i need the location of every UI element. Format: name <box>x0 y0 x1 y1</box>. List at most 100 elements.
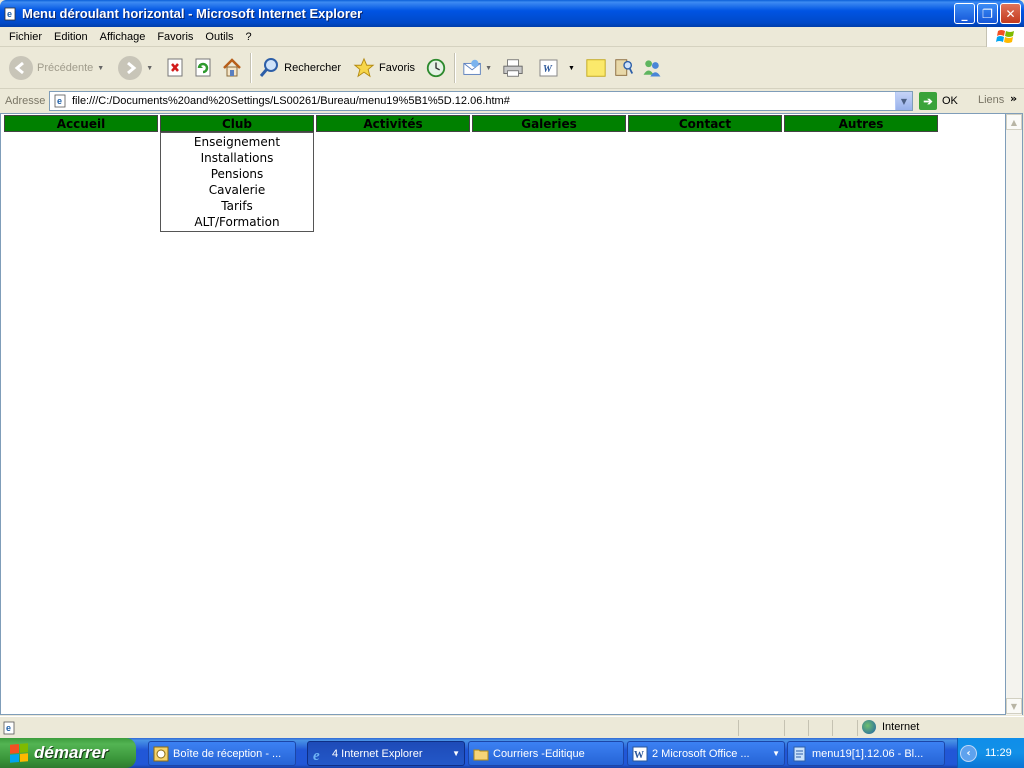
back-button[interactable]: Précédente ▼ <box>6 51 107 85</box>
research-button[interactable] <box>610 51 638 85</box>
chevron-left-icon[interactable]: ‹ <box>960 744 977 762</box>
menu-outils[interactable]: Outils <box>199 31 239 43</box>
refresh-button[interactable] <box>190 51 218 85</box>
nav-contact[interactable]: Contact <box>628 115 782 132</box>
menu-fichier[interactable]: Fichier <box>3 31 48 43</box>
address-bar: Adresse e file:///C:/Documents%20and%20S… <box>0 90 1024 112</box>
taskbar-item-outlook[interactable]: Boîte de réception - ... <box>148 741 296 766</box>
menu-bar: Fichier Edition Affichage Favoris Outils… <box>0 27 1024 47</box>
nav-club[interactable]: Club <box>160 115 314 132</box>
word-icon: W <box>538 57 560 79</box>
windows-logo-icon <box>986 27 1024 47</box>
chevron-right-icon[interactable]: » <box>1010 92 1017 105</box>
back-label: Précédente <box>37 62 94 74</box>
word-icon: W <box>632 746 648 762</box>
menu-help[interactable]: ? <box>240 31 258 43</box>
maximize-button[interactable]: ❐ <box>977 3 998 24</box>
windows-logo-icon <box>10 743 28 763</box>
go-label: OK <box>942 95 958 107</box>
messenger-button[interactable] <box>638 51 666 85</box>
standard-toolbar: Précédente ▼ ▼ Rechercher Favoris ▼ W ▼ <box>0 48 1024 89</box>
go-arrow-icon: ➔ <box>919 92 937 110</box>
status-divider <box>857 720 858 736</box>
go-button[interactable]: ➔ OK <box>919 92 958 110</box>
task-label: menu19[1].12.06 - Bl... <box>812 747 924 760</box>
chevron-down-icon[interactable]: ▼ <box>97 65 104 72</box>
dropdown-item-alt-formation[interactable]: ALT/Formation <box>161 214 313 230</box>
svg-text:W: W <box>543 64 553 75</box>
refresh-icon <box>193 57 215 79</box>
system-tray: ‹ 11:29 <box>957 738 1024 768</box>
globe-icon <box>862 720 876 734</box>
ie-icon: e <box>312 746 328 762</box>
forward-arrow-icon <box>118 56 143 80</box>
chevron-down-icon[interactable]: ▼ <box>895 92 912 110</box>
toolbar-separator <box>454 53 456 83</box>
nav-galeries[interactable]: Galeries <box>472 115 626 132</box>
start-button[interactable]: démarrer <box>0 738 136 768</box>
title-bar[interactable]: e Menu déroulant horizontal - Microsoft … <box>0 0 1024 27</box>
menu-edition[interactable]: Edition <box>48 31 94 43</box>
vertical-scrollbar[interactable]: ▲ ▼ <box>1006 113 1023 715</box>
taskbar-item-office[interactable]: W 2 Microsoft Office ... ▼ <box>627 741 785 766</box>
favorites-label: Favoris <box>379 62 416 74</box>
task-label: 2 Microsoft Office ... <box>652 747 750 760</box>
stop-button[interactable] <box>162 51 190 85</box>
dropdown-item-cavalerie[interactable]: Cavalerie <box>161 182 313 198</box>
horizontal-nav: Accueil Club Activités Galeries Contact … <box>4 115 940 132</box>
nav-activites[interactable]: Activités <box>316 115 470 132</box>
folder-icon <box>473 746 489 762</box>
ie-page-icon: e <box>4 7 18 21</box>
status-divider <box>738 720 739 736</box>
mail-button[interactable]: ▼ <box>459 51 495 85</box>
chevron-down-icon[interactable]: ▼ <box>146 65 153 72</box>
zone-label: Internet <box>882 721 920 733</box>
links-label[interactable]: Liens <box>978 94 1004 106</box>
scroll-up-icon[interactable]: ▲ <box>1006 114 1022 130</box>
taskbar-item-folder[interactable]: Courriers -Editique <box>468 741 624 766</box>
research-icon <box>613 57 635 79</box>
chevron-down-icon[interactable]: ▼ <box>568 65 575 72</box>
scroll-down-icon[interactable]: ▼ <box>1006 698 1022 714</box>
discuss-button[interactable] <box>582 51 610 85</box>
maximize-icon: ❐ <box>982 6 993 21</box>
minimize-button[interactable]: _ <box>954 3 975 24</box>
minimize-icon: _ <box>961 6 968 21</box>
security-zone[interactable]: Internet <box>862 720 919 734</box>
page-status-icon: e <box>3 721 17 735</box>
status-divider <box>808 720 809 736</box>
nav-autres[interactable]: Autres <box>784 115 938 132</box>
address-input[interactable]: e file:///C:/Documents%20and%20Settings/… <box>49 91 913 111</box>
menu-affichage[interactable]: Affichage <box>94 31 152 43</box>
nav-accueil[interactable]: Accueil <box>4 115 158 132</box>
search-button[interactable]: Rechercher <box>255 51 344 85</box>
svg-text:e: e <box>313 748 320 762</box>
dropdown-item-enseignement[interactable]: Enseignement <box>161 134 313 150</box>
chevron-down-icon[interactable]: ▼ <box>485 65 492 72</box>
dropdown-item-installations[interactable]: Installations <box>161 150 313 166</box>
taskbar-item-notepad[interactable]: menu19[1].12.06 - Bl... <box>787 741 945 766</box>
chevron-down-icon: ▼ <box>452 749 460 758</box>
chevron-down-icon: ▼ <box>772 749 780 758</box>
menu-favoris[interactable]: Favoris <box>151 31 199 43</box>
edit-button[interactable]: W ▼ <box>535 51 578 85</box>
search-label: Rechercher <box>284 62 341 74</box>
messenger-icon <box>641 57 663 79</box>
history-button[interactable] <box>422 51 450 85</box>
club-dropdown-menu: Enseignement Installations Pensions Cava… <box>160 132 314 232</box>
dropdown-item-tarifs[interactable]: Tarifs <box>161 198 313 214</box>
sticky-note-icon <box>585 57 607 79</box>
favorites-button[interactable]: Favoris <box>350 51 418 85</box>
forward-button[interactable]: ▼ <box>115 51 156 85</box>
print-button[interactable] <box>499 51 527 85</box>
home-button[interactable] <box>218 51 246 85</box>
clock[interactable]: 11:29 <box>985 747 1012 759</box>
dropdown-item-pensions[interactable]: Pensions <box>161 166 313 182</box>
close-button[interactable]: ✕ <box>1000 3 1021 24</box>
back-arrow-icon <box>9 56 33 80</box>
notepad-icon <box>792 746 808 762</box>
mail-icon <box>462 57 484 79</box>
printer-icon <box>502 57 524 79</box>
taskbar-item-ie[interactable]: e 4 Internet Explorer ▼ <box>307 741 465 766</box>
star-icon <box>353 57 375 79</box>
